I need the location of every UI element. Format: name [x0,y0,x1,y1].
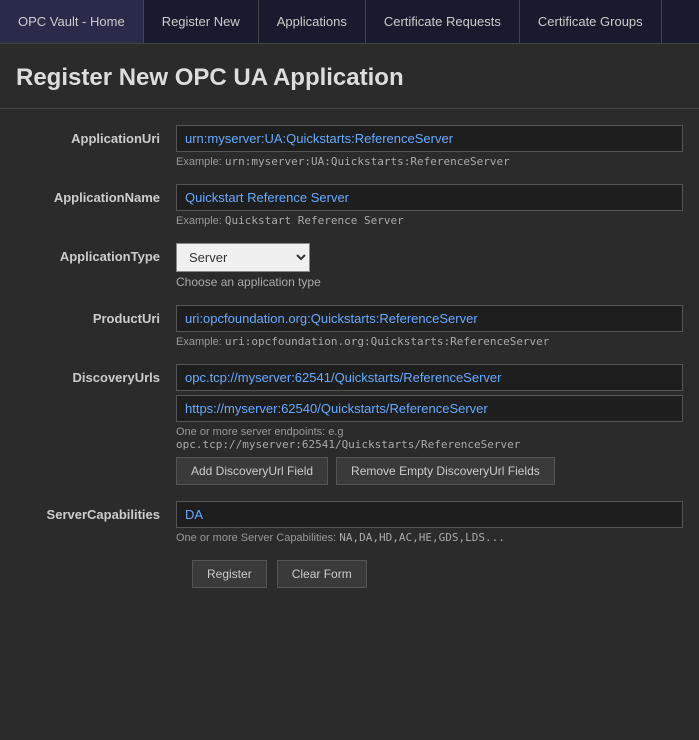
page-title: Register New OPC UA Application [0,44,699,109]
server-capabilities-label: ServerCapabilities [16,501,176,522]
register-button[interactable]: Register [192,560,267,588]
application-uri-row: ApplicationUri Example: urn:myserver:UA:… [16,125,683,168]
bottom-buttons: Register Clear Form [16,560,683,588]
application-type-label: ApplicationType [16,243,176,264]
product-uri-row: ProductUri Example: uri:opcfoundation.or… [16,305,683,348]
add-discovery-url-button[interactable]: Add DiscoveryUrl Field [176,457,328,485]
server-capabilities-hint: One or more Server Capabilities: NA,DA,H… [176,531,683,544]
application-name-example: Example: Quickstart Reference Server [176,214,683,227]
nav-register-new[interactable]: Register New [144,0,259,43]
navbar: OPC Vault - Home Register New Applicatio… [0,0,699,44]
application-uri-input[interactable] [176,125,683,152]
server-capabilities-input[interactable] [176,501,683,528]
nav-certificate-requests[interactable]: Certificate Requests [366,0,520,43]
product-uri-field: Example: uri:opcfoundation.org:Quickstar… [176,305,683,348]
product-uri-input[interactable] [176,305,683,332]
application-uri-label: ApplicationUri [16,125,176,146]
application-type-select[interactable]: Server Client ClientAndServer DiscoveryS… [176,243,310,272]
nav-home[interactable]: OPC Vault - Home [0,0,144,43]
application-name-row: ApplicationName Example: Quickstart Refe… [16,184,683,227]
application-name-label: ApplicationName [16,184,176,205]
discovery-urls-label: DiscoveryUrls [16,364,176,385]
nav-certificate-groups[interactable]: Certificate Groups [520,0,662,43]
server-capabilities-row: ServerCapabilities One or more Server Ca… [16,501,683,544]
discovery-hint: One or more server endpoints: e.g opc.tc… [176,426,683,451]
discovery-urls-field: One or more server endpoints: e.g opc.tc… [176,364,683,485]
server-capabilities-field: One or more Server Capabilities: NA,DA,H… [176,501,683,544]
discovery-inputs-container [176,364,683,422]
register-form: ApplicationUri Example: urn:myserver:UA:… [0,109,699,604]
application-type-field: Server Client ClientAndServer DiscoveryS… [176,243,683,289]
remove-empty-discovery-url-button[interactable]: Remove Empty DiscoveryUrl Fields [336,457,555,485]
discovery-url-input-1[interactable] [176,364,683,391]
discovery-urls-row: DiscoveryUrls One or more server endpoin… [16,364,683,485]
nav-applications[interactable]: Applications [259,0,366,43]
application-type-hint: Choose an application type [176,275,683,289]
product-uri-example: Example: uri:opcfoundation.org:Quickstar… [176,335,683,348]
application-uri-field: Example: urn:myserver:UA:Quickstarts:Ref… [176,125,683,168]
application-uri-example: Example: urn:myserver:UA:Quickstarts:Ref… [176,155,683,168]
application-type-row: ApplicationType Server Client ClientAndS… [16,243,683,289]
product-uri-label: ProductUri [16,305,176,326]
clear-form-button[interactable]: Clear Form [277,560,367,588]
application-name-field: Example: Quickstart Reference Server [176,184,683,227]
application-name-input[interactable] [176,184,683,211]
discovery-btn-row: Add DiscoveryUrl Field Remove Empty Disc… [176,457,683,485]
discovery-url-input-2[interactable] [176,395,683,422]
